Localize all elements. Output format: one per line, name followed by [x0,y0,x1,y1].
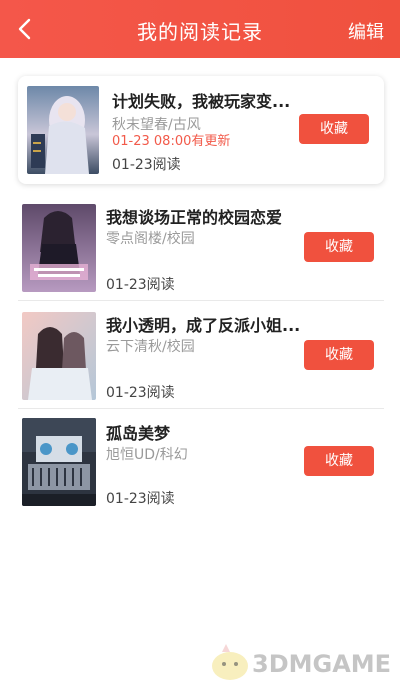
watermark-text: 3DMGAME [252,650,392,678]
book-author-genre: 云下清秋/校园 [106,339,195,355]
read-date: 01-23阅读 [106,491,175,507]
book-cover[interactable] [27,86,99,174]
read-date: 01-23阅读 [106,277,175,293]
book-title[interactable]: 我小透明，成了反派小姐... [106,312,300,336]
list-item[interactable]: 我小透明，成了反派小姐... 云下清秋/校园 01-23阅读 收藏 [0,308,400,414]
collect-button[interactable]: 收藏 [304,340,374,370]
divider [18,408,384,409]
book-title[interactable]: 孤岛美梦 [106,420,170,444]
list-item[interactable]: 孤岛美梦 旭恒UD/科幻 01-23阅读 收藏 [0,416,400,522]
mascot-icon [212,644,248,680]
read-date: 01-23阅读 [112,157,181,173]
book-title[interactable]: 计划失败，我被玩家变... [112,88,290,112]
collect-button[interactable]: 收藏 [299,114,369,144]
edit-button[interactable]: 编辑 [348,18,384,44]
list-item[interactable]: 我想谈场正常的校园恋爱 零点阁楼/校园 01-23阅读 收藏 [0,200,400,306]
book-cover[interactable] [22,204,96,292]
watermark: 3DMGAME [208,642,392,682]
book-title[interactable]: 我想谈场正常的校园恋爱 [106,204,282,228]
collect-button[interactable]: 收藏 [304,446,374,476]
update-status: 01-23 08:00有更新 [112,134,231,149]
book-author-genre: 零点阁楼/校园 [106,231,195,247]
book-author-genre: 旭恒UD/科幻 [106,447,188,463]
read-date: 01-23阅读 [106,385,175,401]
book-cover[interactable] [22,418,96,506]
page-title: 我的阅读记录 [137,20,263,44]
book-cover[interactable] [22,312,96,400]
app-header: 我的阅读记录 编辑 [0,0,400,58]
divider [18,300,384,301]
collect-button[interactable]: 收藏 [304,232,374,262]
book-card-highlighted[interactable]: 计划失败，我被玩家变... 秋末望春/古风 01-23 08:00有更新 01-… [18,76,384,184]
